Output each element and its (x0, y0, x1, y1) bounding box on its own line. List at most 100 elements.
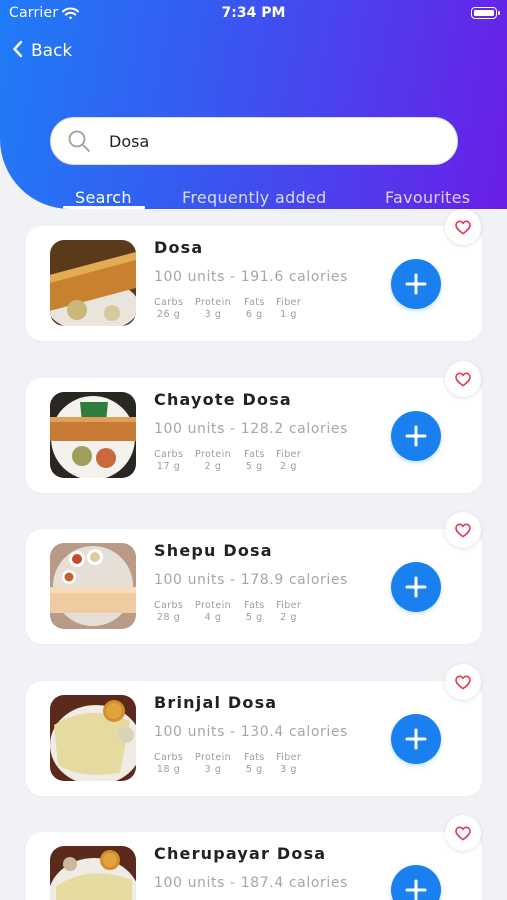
food-image (50, 695, 136, 781)
search-bar (50, 117, 458, 165)
protein-info: Protein 3 g (195, 297, 231, 321)
plus-icon (405, 425, 427, 447)
fiber-info: Fiber 2 g (276, 449, 301, 473)
food-name: Chayote Dosa (154, 390, 292, 409)
plus-icon (405, 879, 427, 900)
fats-info: Fats 5 g (244, 752, 265, 776)
fiber-label: Fiber (276, 449, 302, 460)
food-name: Dosa (154, 238, 204, 257)
carbs-label: Carbs (154, 752, 184, 763)
food-card[interactable]: Shepu Dosa 100 units - 178.9 calories Ca… (26, 529, 482, 644)
add-food-button[interactable] (391, 411, 441, 461)
carbs-value: 17 g (156, 461, 181, 472)
search-input[interactable] (109, 131, 409, 151)
fiber-value: 2 g (280, 612, 298, 623)
carbs-label: Carbs (154, 600, 184, 611)
fiber-label: Fiber (276, 297, 302, 308)
food-card[interactable]: Brinjal Dosa 100 units - 130.4 calories … (26, 681, 482, 796)
carbs-label: Carbs (154, 449, 184, 460)
fiber-info: Fiber 3 g (276, 752, 301, 776)
fats-label: Fats (244, 449, 265, 460)
protein-label: Protein (195, 600, 232, 611)
tab-search[interactable]: Search (75, 188, 132, 207)
chevron-left-icon (12, 40, 23, 62)
add-food-button[interactable] (391, 562, 441, 612)
fiber-value: 1 g (280, 309, 298, 320)
plus-icon (405, 576, 427, 598)
food-image (50, 392, 136, 478)
fiber-info: Fiber 1 g (276, 297, 301, 321)
fiber-value: 2 g (280, 461, 298, 472)
fiber-label: Fiber (276, 600, 302, 611)
food-name: Shepu Dosa (154, 541, 273, 560)
heart-icon (455, 372, 471, 386)
tab-favourites[interactable]: Favourites (385, 188, 470, 207)
food-name: Brinjal Dosa (154, 693, 278, 712)
fiber-value: 3 g (280, 764, 298, 775)
protein-info: Protein 2 g (195, 449, 231, 473)
status-bar: Carrier 7:34 PM (0, 0, 507, 28)
protein-label: Protein (195, 752, 232, 763)
carbs-info: Carbs 28 g (154, 600, 183, 624)
food-card[interactable]: Cherupayar Dosa 100 units - 187.4 calori… (26, 832, 482, 900)
fats-label: Fats (244, 752, 265, 763)
add-food-button[interactable] (391, 865, 441, 900)
protein-info: Protein 3 g (195, 752, 231, 776)
fats-label: Fats (244, 600, 265, 611)
food-serving-info: 100 units - 130.4 calories (154, 724, 348, 740)
add-food-button[interactable] (391, 259, 441, 309)
food-image (50, 240, 136, 326)
heart-icon (455, 523, 471, 537)
food-serving-info: 100 units - 191.6 calories (154, 269, 348, 285)
favourite-button[interactable] (445, 361, 481, 397)
food-serving-info: 100 units - 128.2 calories (154, 421, 348, 437)
fats-value: 6 g (245, 309, 263, 320)
food-card[interactable]: Dosa 100 units - 191.6 calories Carbs 26 … (26, 226, 482, 341)
food-serving-info: 100 units - 187.4 calories (154, 875, 348, 891)
favourite-button[interactable] (445, 209, 481, 245)
fats-value: 5 g (245, 461, 263, 472)
back-label: Back (31, 41, 73, 61)
add-food-button[interactable] (391, 714, 441, 764)
fats-info: Fats 5 g (244, 449, 265, 473)
fats-value: 5 g (245, 612, 263, 623)
favourite-button[interactable] (445, 664, 481, 700)
active-tab-indicator (63, 206, 145, 209)
protein-value: 3 g (204, 764, 222, 775)
carbs-value: 26 g (156, 309, 181, 320)
battery-icon (471, 7, 500, 19)
fats-value: 5 g (245, 764, 263, 775)
status-time: 7:34 PM (221, 5, 286, 21)
header: Carrier 7:34 PM Back Search Freque (0, 0, 507, 209)
heart-icon (455, 220, 471, 234)
fats-info: Fats 6 g (244, 297, 265, 321)
protein-value: 4 g (204, 612, 222, 623)
carbs-info: Carbs 17 g (154, 449, 183, 473)
carbs-label: Carbs (154, 297, 184, 308)
carbs-info: Carbs 18 g (154, 752, 183, 776)
protein-label: Protein (195, 449, 232, 460)
food-name: Cherupayar Dosa (154, 844, 327, 863)
fats-label: Fats (244, 297, 265, 308)
tab-frequently-added[interactable]: Frequently added (182, 188, 327, 207)
fiber-info: Fiber 2 g (276, 600, 301, 624)
protein-value: 3 g (204, 309, 222, 320)
plus-icon (405, 728, 427, 750)
carbs-info: Carbs 26 g (154, 297, 183, 321)
search-icon (67, 129, 91, 153)
favourite-button[interactable] (445, 815, 481, 851)
favourite-button[interactable] (445, 512, 481, 548)
food-image (50, 846, 136, 900)
fats-info: Fats 5 g (244, 600, 265, 624)
food-serving-info: 100 units - 178.9 calories (154, 572, 348, 588)
protein-label: Protein (195, 297, 232, 308)
fiber-label: Fiber (276, 752, 302, 763)
food-card[interactable]: Chayote Dosa 100 units - 128.2 calories … (26, 378, 482, 493)
food-image (50, 543, 136, 629)
plus-icon (405, 273, 427, 295)
carbs-value: 28 g (156, 612, 181, 623)
heart-icon (455, 675, 471, 689)
back-button[interactable]: Back (12, 38, 72, 64)
protein-info: Protein 4 g (195, 600, 231, 624)
carbs-value: 18 g (156, 764, 181, 775)
